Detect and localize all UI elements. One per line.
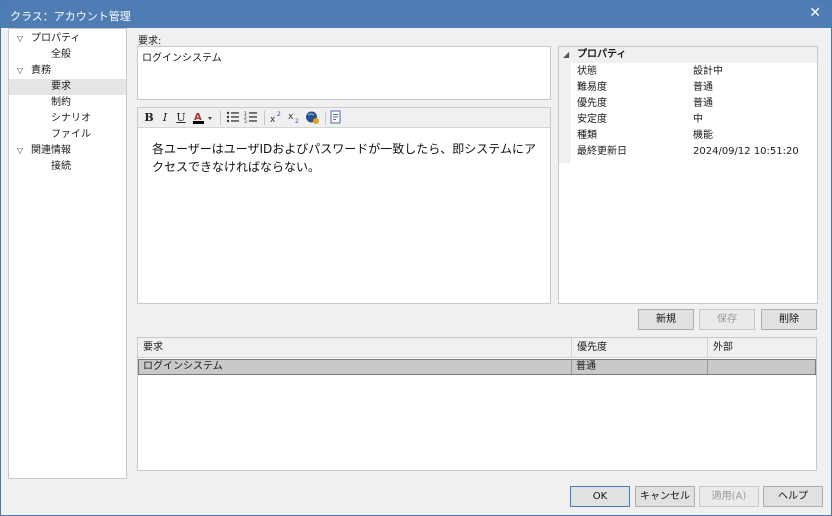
tree-item-requirements[interactable]: 要求	[9, 79, 126, 95]
property-row-type[interactable]: 種類 機能	[571, 128, 817, 144]
cell-requirement: ログインシステム	[139, 360, 572, 374]
underline-icon[interactable]: U	[174, 110, 188, 125]
document-icon[interactable]	[329, 110, 343, 125]
toolbar-separator	[220, 111, 221, 125]
tree-item-files[interactable]: ファイル	[9, 127, 126, 143]
help-button[interactable]: ヘルプ	[763, 486, 823, 507]
requirements-list: 要求 優先度 外部 ログインシステム 普通	[137, 337, 817, 471]
property-key: 最終更新日	[577, 146, 627, 157]
tree-item-scenarios[interactable]: シナリオ	[9, 111, 126, 127]
tree-item-general[interactable]: 全般	[9, 47, 126, 63]
tree-item-responsibilities[interactable]: ▽ 責務	[9, 63, 126, 79]
italic-icon[interactable]: I	[158, 110, 172, 125]
toolbar-separator	[325, 111, 326, 125]
property-key: 安定度	[577, 114, 607, 125]
requirement-name-field[interactable]: ログインシステム	[137, 46, 551, 100]
property-row-priority[interactable]: 優先度 普通	[571, 96, 817, 112]
property-value[interactable]: 機能	[693, 128, 713, 144]
tree-item-constraints[interactable]: 制約	[9, 95, 126, 111]
property-value: 2024/09/12 10:51:20	[693, 146, 799, 157]
cell-external	[708, 360, 815, 374]
subscript-icon[interactable]: x 2	[288, 110, 302, 125]
new-button[interactable]: 新規	[638, 309, 694, 330]
column-header-requirement[interactable]: 要求	[138, 338, 572, 358]
toolbar-separator	[264, 111, 265, 125]
properties-gutter	[559, 63, 571, 163]
svg-text:x: x	[270, 115, 276, 124]
expand-icon[interactable]: ▽	[15, 63, 25, 79]
property-key: 難易度	[577, 82, 607, 93]
formatting-toolbar: B I U A 1 2 3 x 2 x 2	[138, 108, 550, 128]
tree-item-related-info[interactable]: ▽ 関連情報	[9, 143, 126, 159]
navigation-tree: ▽ プロパティ 全般 ▽ 責務 要求 制約 シナリオ ファイル ▽ 関連情報 接…	[8, 28, 127, 479]
font-color-icon[interactable]: A	[193, 110, 215, 125]
collapse-icon[interactable]: ◢	[563, 47, 569, 63]
save-button[interactable]: 保存	[699, 309, 755, 330]
property-key: 優先度	[577, 98, 607, 109]
property-row-difficulty[interactable]: 難易度 普通	[571, 80, 817, 96]
superscript-icon[interactable]: x 2	[270, 110, 284, 125]
bold-icon[interactable]: B	[142, 110, 156, 125]
svg-text:2: 2	[277, 111, 281, 118]
hyperlink-icon[interactable]	[305, 110, 319, 125]
expand-icon[interactable]: ▽	[15, 31, 25, 47]
property-value[interactable]: 中	[693, 112, 703, 128]
title-bar[interactable]: クラス：アカウント管理 ✕	[1, 1, 831, 28]
bullet-list-icon[interactable]	[226, 110, 240, 125]
close-icon[interactable]: ✕	[809, 5, 821, 21]
column-header-priority[interactable]: 優先度	[572, 338, 708, 358]
tree-item-label: プロパティ	[31, 33, 81, 44]
cell-priority: 普通	[572, 360, 708, 374]
property-row-stability[interactable]: 安定度 中	[571, 112, 817, 128]
tree-item-label: シナリオ	[51, 113, 91, 124]
notes-editor: B I U A 1 2 3 x 2 x 2 各ユーザーはユーザIDおよびパスワー…	[137, 107, 551, 304]
properties-panel: ◢ プロパティ 状態 設計中 難易度 普通 優先度 普通 安定度 中 種類 機能…	[558, 46, 818, 304]
tree-item-connectors[interactable]: 接続	[9, 159, 126, 175]
tree-item-properties[interactable]: ▽ プロパティ	[9, 31, 126, 47]
tree-item-label: 要求	[51, 81, 71, 92]
property-key: 状態	[577, 66, 597, 77]
tree-item-label: 全般	[51, 49, 71, 60]
property-value[interactable]: 設計中	[693, 64, 723, 80]
expand-icon[interactable]: ▽	[15, 143, 25, 159]
property-row-status[interactable]: 状態 設計中	[571, 64, 817, 80]
table-row[interactable]: ログインシステム 普通	[138, 359, 816, 375]
notes-text[interactable]: 各ユーザーはユーザIDおよびパスワードが一致したら、即システムにアクセスできなけ…	[152, 140, 542, 176]
tree-item-label: 制約	[51, 97, 71, 108]
tree-item-label: 責務	[31, 65, 51, 76]
svg-text:2: 2	[295, 118, 299, 124]
svg-text:3: 3	[244, 119, 247, 124]
list-header: 要求 優先度 外部	[138, 338, 816, 358]
dialog-window: クラス：アカウント管理 ✕ ▽ プロパティ 全般 ▽ 責務 要求 制約 シナリオ…	[0, 0, 832, 516]
properties-header-label: プロパティ	[577, 49, 627, 60]
property-key: 種類	[577, 130, 597, 141]
tree-item-label: 関連情報	[31, 145, 71, 156]
property-row-last-updated[interactable]: 最終更新日 2024/09/12 10:51:20	[571, 144, 817, 160]
apply-button[interactable]: 適用(A)	[699, 486, 759, 507]
ok-button[interactable]: OK	[570, 486, 630, 507]
property-value[interactable]: 普通	[693, 80, 713, 96]
svg-text:x: x	[288, 112, 294, 122]
property-value[interactable]: 普通	[693, 96, 713, 112]
numbered-list-icon[interactable]: 1 2 3	[244, 110, 258, 125]
column-header-external[interactable]: 外部	[708, 338, 816, 358]
tree-item-label: 接続	[51, 161, 71, 172]
window-title: クラス：アカウント管理	[10, 10, 131, 23]
requirement-label: 要求:	[138, 36, 162, 47]
delete-button[interactable]: 削除	[761, 309, 817, 330]
tree-item-label: ファイル	[51, 129, 91, 140]
properties-header[interactable]: ◢ プロパティ	[559, 47, 817, 63]
cancel-button[interactable]: キャンセル	[635, 486, 695, 507]
